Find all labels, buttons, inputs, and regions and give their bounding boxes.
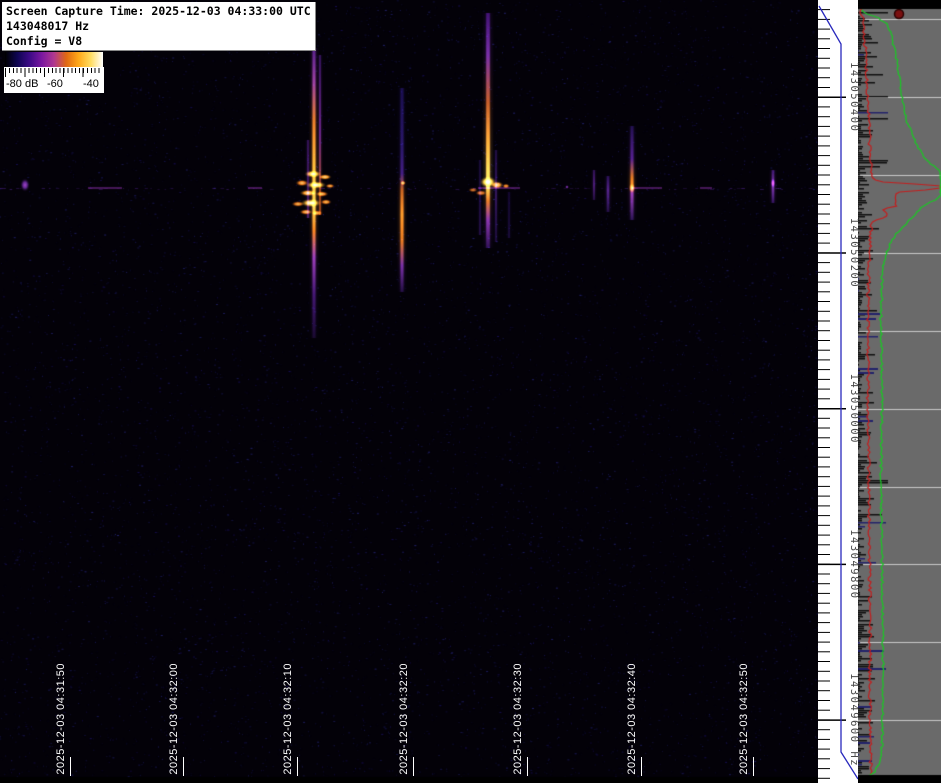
colorbar-ruler	[5, 68, 102, 77]
capture-time-text: Screen Capture Time: 2025-12-03 04:33:00…	[6, 4, 315, 19]
freq-axis-label: 143049600 Hz	[848, 673, 858, 767]
config-text: Config = V8	[6, 34, 315, 49]
header-box: Screen Capture Time: 2025-12-03 04:33:00…	[2, 2, 316, 51]
colorbar-label-40: -40	[83, 78, 99, 90]
colorbar-labels: -80 dB -60 -40	[4, 77, 104, 92]
frequency-axis-svg: 143050400 143050200 143050000 143049800 1430…	[818, 0, 858, 783]
spectrogram-screen: 143050400 143050200 143050000 143049800 1430…	[0, 0, 941, 783]
freq-axis-label: 143049800	[848, 529, 858, 599]
frequency-axis: 143050400 143050200 143050000 143049800 1430…	[818, 0, 858, 783]
waterfall-canvas	[0, 0, 818, 783]
freq-axis-label: 143050000	[848, 373, 858, 443]
freq-axis-label: 143050400	[848, 62, 858, 132]
colorbar-label-60: -60	[47, 78, 63, 90]
frequency-text: 143048017 Hz	[6, 19, 315, 34]
colorbar-scale: -80 dB -60 -40	[4, 67, 104, 93]
colorbar-gradient	[5, 52, 103, 67]
spectrum-panel-canvas	[858, 0, 941, 783]
freq-axis-label: 143050200	[848, 218, 858, 288]
colorbar-label-80db: -80 dB	[6, 78, 38, 90]
